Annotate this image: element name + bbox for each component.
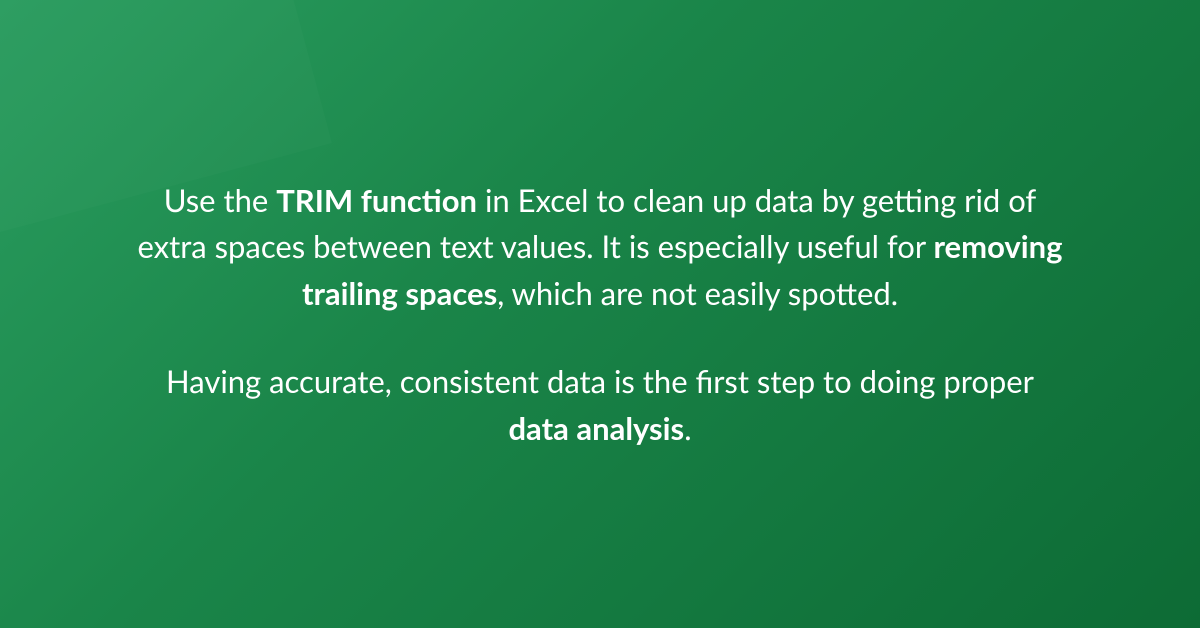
bold-data-analysis: data analysis — [508, 409, 684, 447]
slide-content: Use the TRIM function in Excel to clean … — [75, 177, 1125, 452]
text-segment: Use the — [164, 181, 277, 219]
text-segment: Having accurate, consistent data is the … — [166, 362, 1034, 400]
bold-trim-function: TRIM function — [276, 181, 477, 219]
paragraph-2: Having accurate, consistent data is the … — [135, 358, 1065, 451]
text-segment: . — [684, 409, 691, 447]
paragraph-1: Use the TRIM function in Excel to clean … — [135, 177, 1065, 317]
text-segment: , which are not easily spotted. — [497, 274, 898, 312]
